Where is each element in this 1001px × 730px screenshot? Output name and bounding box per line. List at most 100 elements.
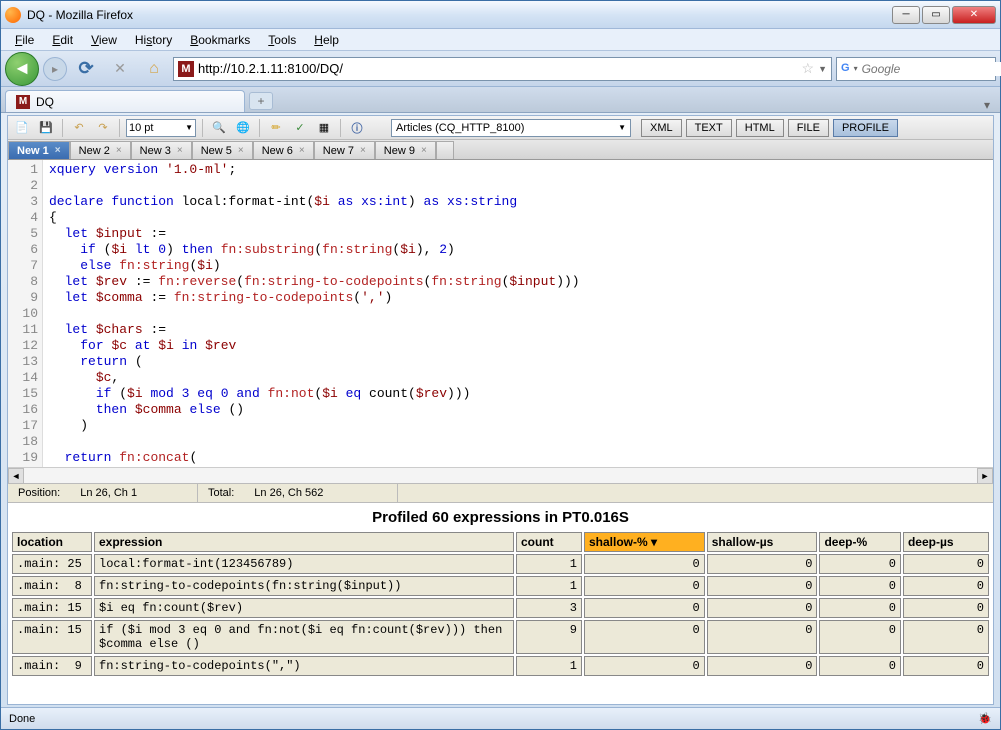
close-tab-icon[interactable]: × [238,145,244,156]
editor-tab[interactable]: New 9× [375,141,436,159]
save-icon[interactable]: 💾 [36,118,56,138]
column-header[interactable]: deep-µs [903,532,989,552]
maximize-button[interactable]: ▭ [922,6,950,24]
page-content: 📄 💾 ↶ ↷ 10 pt ▼ 🔍 🌐 ✏ ✓ ▦ ⓘ Articles (CQ… [7,115,994,705]
menu-history[interactable]: History [127,31,180,49]
firefox-icon [5,7,21,23]
scroll-track[interactable] [24,468,977,483]
profile-button[interactable]: PROFILE [833,119,898,137]
total-label: Total: [208,487,234,499]
html-button[interactable]: HTML [736,119,784,137]
menu-bookmarks[interactable]: Bookmarks [182,31,258,49]
dq-toolbar: 📄 💾 ↶ ↷ 10 pt ▼ 🔍 🌐 ✏ ✓ ▦ ⓘ Articles (CQ… [8,116,993,140]
column-header[interactable]: shallow-% ▾ [584,532,705,552]
line-gutter: 1 2 3 4 5 6 7 8 9 10 11 12 13 14 15 16 1… [8,160,43,467]
menu-file[interactable]: File [7,31,42,49]
url-bar[interactable]: M http://10.2.1.11:8100/DQ/ ☆ ▼ [173,57,832,81]
xml-button[interactable]: XML [641,119,682,137]
column-header[interactable]: shallow-µs [707,532,818,552]
minimize-button[interactable]: ─ [892,6,920,24]
back-button[interactable]: ◄ [5,52,39,86]
column-header[interactable]: location [12,532,92,552]
column-header[interactable]: count [516,532,582,552]
reload-button[interactable]: ⟳ [71,54,101,84]
column-header[interactable]: deep-% [819,532,901,552]
file-button[interactable]: FILE [788,119,829,137]
table-row[interactable]: .main: 15$i eq fn:count($rev)30000 [12,598,989,618]
scroll-left-icon[interactable]: ◄ [8,468,24,484]
scroll-right-icon[interactable]: ► [977,468,993,484]
position-label: Position: [18,487,60,499]
close-tab-icon[interactable]: × [177,145,183,156]
editor-tabbar: New 1×New 2×New 3×New 5×New 6×New 7×New … [8,140,993,160]
tab-list-button[interactable]: ▾ [978,98,996,112]
close-button[interactable]: ✕ [952,6,996,24]
total-value: Ln 26, Ch 562 [254,487,323,499]
url-text: http://10.2.1.11:8100/DQ/ [198,61,798,76]
close-tab-icon[interactable]: × [421,145,427,156]
check-icon[interactable]: ✓ [290,118,310,138]
results-pane: Profiled 60 expressions in PT0.016S loca… [8,503,993,704]
undo-icon[interactable]: ↶ [69,118,89,138]
find-icon[interactable]: 🔍 [209,118,229,138]
search-dropdown-icon[interactable]: ▾ [854,64,858,73]
editor-tab[interactable]: New 7× [314,141,375,159]
editor-tab[interactable]: New 5× [192,141,253,159]
table-row[interactable]: .main: 15if ($i mod 3 eq 0 and fn:not($i… [12,620,989,654]
editor-tab[interactable]: New 2× [70,141,131,159]
close-tab-icon[interactable]: × [360,145,366,156]
forward-button[interactable]: ▸ [43,57,67,81]
navbar: ◄ ▸ ⟳ ✕ ⌂ M http://10.2.1.11:8100/DQ/ ☆ … [1,51,1000,87]
sort-desc-icon: ▾ [651,535,657,549]
table-row[interactable]: .main: 25local:format-int(123456789)1000… [12,554,989,574]
editor-tab[interactable]: New 3× [131,141,192,159]
search-input[interactable] [862,62,1001,76]
font-size-select[interactable]: 10 pt ▼ [126,119,196,137]
new-file-icon[interactable]: 📄 [12,118,32,138]
editor-tab[interactable]: New 6× [253,141,314,159]
tab-label: DQ [36,95,54,109]
close-tab-icon[interactable]: × [299,145,305,156]
redo-icon[interactable]: ↷ [93,118,113,138]
url-dropdown-icon[interactable]: ▼ [818,64,827,74]
menu-edit[interactable]: Edit [44,31,81,49]
help-icon[interactable]: ⓘ [347,118,367,138]
home-button[interactable]: ⌂ [139,54,169,84]
status-text: Done [9,713,35,725]
window-title: DQ - Mozilla Firefox [27,8,892,22]
text-button[interactable]: TEXT [686,119,732,137]
stop-button[interactable]: ✕ [105,54,135,84]
menubar: File Edit View History Bookmarks Tools H… [1,29,1000,51]
firebug-icon[interactable]: 🐞 [978,712,992,725]
position-value: Ln 26, Ch 1 [80,487,137,499]
column-header[interactable]: expression [94,532,514,552]
highlight-icon[interactable]: ✏ [266,118,286,138]
close-tab-icon[interactable]: × [116,145,122,156]
titlebar: DQ - Mozilla Firefox ─ ▭ ✕ [1,1,1000,29]
browser-tab[interactable]: M DQ [5,90,245,112]
close-tab-icon[interactable]: × [55,145,61,156]
table-row[interactable]: .main: 9fn:string-to-codepoints(",")1000… [12,656,989,676]
menu-view[interactable]: View [83,31,125,49]
dropdown-icon: ▼ [185,123,193,132]
search-box[interactable]: G ▾ 🔍 [836,57,996,81]
profile-table: locationexpressioncountshallow-% ▾shallo… [10,530,991,678]
font-size-value: 10 pt [129,122,153,134]
editor-tab[interactable]: New 1× [8,141,70,159]
code-area[interactable]: xquery version '1.0-ml'; declare functio… [43,160,993,467]
datasource-value: Articles (CQ_HTTP_8100) [396,122,524,134]
table-row[interactable]: .main: 8fn:string-to-codepoints(fn:strin… [12,576,989,596]
document-icon[interactable]: ▦ [314,118,334,138]
new-editor-tab-button[interactable] [436,141,454,159]
new-tab-button[interactable]: + [249,92,273,110]
globe-icon[interactable]: 🌐 [233,118,253,138]
menu-tools[interactable]: Tools [260,31,304,49]
bookmark-star-icon[interactable]: ☆ [802,60,815,77]
tab-site-icon: M [16,95,30,109]
menu-help[interactable]: Help [306,31,347,49]
horizontal-scrollbar[interactable]: ◄ ► [8,467,993,483]
code-editor[interactable]: 1 2 3 4 5 6 7 8 9 10 11 12 13 14 15 16 1… [8,160,993,467]
google-icon: G [841,62,850,76]
browser-tabbar: M DQ + ▾ [1,87,1000,113]
datasource-select[interactable]: Articles (CQ_HTTP_8100) ▼ [391,119,631,137]
